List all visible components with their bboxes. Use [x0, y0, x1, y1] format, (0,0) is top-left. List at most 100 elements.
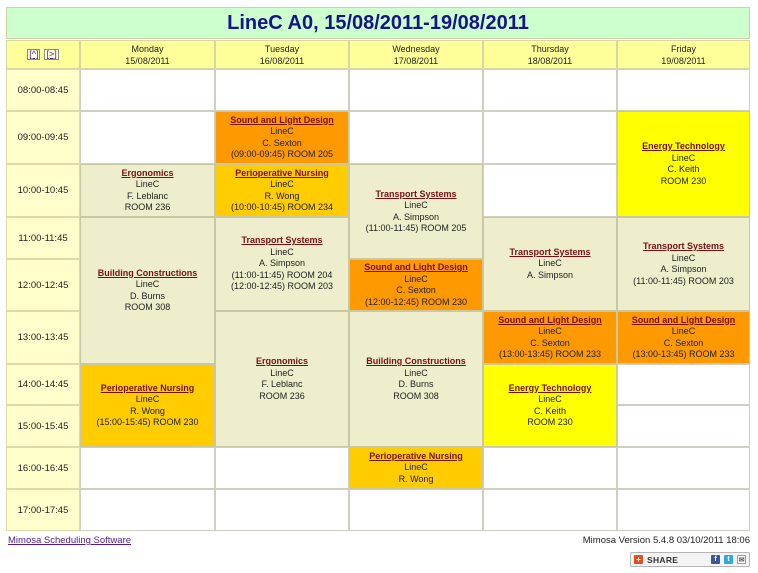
event-line: LineC — [404, 367, 428, 378]
event-teacher: A. Simpson — [392, 211, 440, 222]
course-link[interactable]: Sound and Light Design — [632, 315, 736, 327]
event-transport-systems-friday: Transport Systems LineC A. Simpson (11:0… — [617, 217, 750, 311]
event-line: LineC — [671, 252, 696, 263]
event-building-constructions-wednesday: Building Constructions LineC D. Burns RO… — [349, 311, 483, 447]
empty-slot — [215, 447, 349, 489]
empty-slot — [80, 447, 215, 489]
event-room: (11:00-11:45) ROOM 205 — [365, 223, 467, 233]
event-energy-technology-friday: Energy Technology LineC C. Keith ROOM 23… — [617, 111, 750, 217]
empty-slot — [80, 111, 215, 164]
event-sound-light-design-friday: Sound and Light Design LineC C. Sexton (… — [617, 311, 750, 364]
event-teacher: R. Wong — [398, 473, 434, 484]
event-room: ROOM 236 — [124, 202, 171, 212]
event-line: LineC — [404, 273, 428, 284]
event-teacher: D. Burns — [129, 290, 165, 301]
empty-slot — [617, 405, 750, 447]
course-link[interactable]: Ergonomics — [121, 168, 173, 180]
day-date: 15/08/2011 — [125, 56, 170, 66]
day-header-wednesday: Wednesday 17/08/2011 — [349, 40, 483, 69]
time-slot-label: 17:00-17:45 — [6, 489, 80, 531]
event-line: LineC — [135, 394, 160, 404]
event-teacher: A. Simpson — [526, 269, 574, 280]
time-slot-label: 16:00-16:45 — [6, 447, 80, 489]
event-line: LineC — [538, 326, 562, 336]
event-perioperative-nursing-monday: Perioperative Nursing LineC R. Wong (15:… — [80, 364, 215, 447]
event-line: LineC — [135, 279, 160, 289]
course-link[interactable]: Building Constructions — [366, 356, 466, 368]
course-link[interactable]: Energy Technology — [509, 383, 592, 395]
day-name: Thursday — [531, 44, 569, 54]
course-link[interactable]: Sound and Light Design — [364, 262, 468, 274]
event-room: ROOM 308 — [393, 390, 439, 401]
event-teacher: F. Leblanc — [126, 190, 169, 201]
day-header-thursday: Thursday 18/08/2011 — [483, 40, 617, 69]
course-link[interactable]: Perioperative Nursing — [369, 451, 463, 463]
empty-slot — [349, 489, 483, 531]
course-link[interactable]: Sound and Light Design — [230, 115, 334, 127]
event-line: LineC — [671, 326, 696, 336]
mimosa-software-link[interactable]: Mimosa Scheduling Software — [8, 535, 131, 546]
course-link[interactable]: Perioperative Nursing — [235, 168, 329, 180]
email-icon: ✉ — [737, 555, 746, 564]
next-week-button[interactable]: [>] — [44, 49, 59, 60]
event-room: (13:00-13:45) ROOM 233 — [632, 349, 735, 359]
empty-slot — [349, 111, 483, 164]
event-line: LineC — [270, 126, 294, 136]
event-teacher: C. Sexton — [530, 337, 570, 348]
event-sound-light-design-thursday: Sound and Light Design LineC C. Sexton (… — [483, 311, 617, 364]
course-link[interactable]: Sound and Light Design — [498, 315, 602, 327]
event-room: (12:00-12:45) ROOM 203 — [230, 281, 334, 292]
empty-slot — [617, 447, 750, 489]
event-teacher: D. Burns — [398, 379, 434, 389]
empty-slot — [80, 489, 215, 531]
time-slot-label: 09:00-09:45 — [6, 111, 80, 164]
course-link[interactable]: Perioperative Nursing — [101, 383, 195, 395]
day-name: Friday — [670, 44, 696, 54]
event-line: LineC — [270, 179, 294, 189]
empty-slot — [483, 447, 617, 489]
empty-slot — [483, 69, 617, 111]
course-link[interactable]: Energy Technology — [642, 141, 725, 153]
empty-slot — [617, 69, 750, 111]
event-perioperative-nursing-wednesday: Perioperative Nursing LineC R. Wong — [349, 447, 483, 489]
add-icon: + — [634, 555, 643, 564]
course-link[interactable]: Transport Systems — [375, 189, 456, 201]
day-name: Wednesday — [392, 44, 440, 54]
course-link[interactable]: Building Constructions — [98, 268, 198, 280]
empty-slot — [617, 364, 750, 405]
event-transport-systems-tuesday: Transport Systems LineC A. Simpson (11:0… — [215, 217, 349, 311]
day-name: Monday — [131, 44, 164, 54]
day-date: 18/08/2011 — [527, 56, 573, 66]
event-sound-light-design-wednesday: Sound and Light Design LineC C. Sexton (… — [349, 259, 483, 311]
empty-slot — [617, 489, 750, 531]
event-ergonomics-monday: Ergonomics LineC F. Leblanc ROOM 236 — [80, 164, 215, 217]
event-room: ROOM 230 — [660, 175, 707, 186]
event-room: (11:00-11:45) ROOM 204 — [231, 269, 333, 280]
course-link[interactable]: Ergonomics — [256, 356, 308, 368]
empty-slot — [215, 489, 349, 531]
empty-slot — [349, 69, 483, 111]
event-teacher: C. Sexton — [663, 337, 704, 348]
share-label: SHARE — [647, 554, 679, 565]
time-slot-label: 08:00-08:45 — [6, 69, 80, 111]
course-link[interactable]: Transport Systems — [241, 235, 322, 247]
day-header-friday: Friday 19/08/2011 — [617, 40, 750, 69]
day-name: Tuesday — [264, 44, 300, 54]
empty-slot — [80, 69, 215, 111]
twitter-icon: t — [724, 555, 733, 564]
event-line: LineC — [538, 394, 562, 404]
event-transport-systems-thursday: Transport Systems LineC A. Simpson — [483, 217, 617, 311]
day-header-tuesday: Tuesday 16/08/2011 — [215, 40, 349, 69]
event-teacher: A. Simpson — [660, 264, 707, 274]
event-line: LineC — [404, 462, 428, 473]
course-link[interactable]: Transport Systems — [643, 241, 724, 253]
event-teacher: C. Sexton — [396, 285, 436, 295]
event-room: (13:00-13:45) ROOM 233 — [498, 349, 602, 359]
previous-week-button[interactable]: [^] — [27, 49, 41, 60]
event-room: (12:00-12:45) ROOM 230 — [364, 296, 468, 307]
time-slot-label: 11:00-11:45 — [6, 217, 80, 259]
share-button[interactable]: + SHARE f t ✉ — [630, 552, 750, 567]
facebook-icon: f — [711, 555, 720, 564]
timetable-page: LineC A0, 15/08/2011-19/08/2011 [^] [>] … — [0, 0, 758, 573]
course-link[interactable]: Transport Systems — [509, 247, 590, 259]
